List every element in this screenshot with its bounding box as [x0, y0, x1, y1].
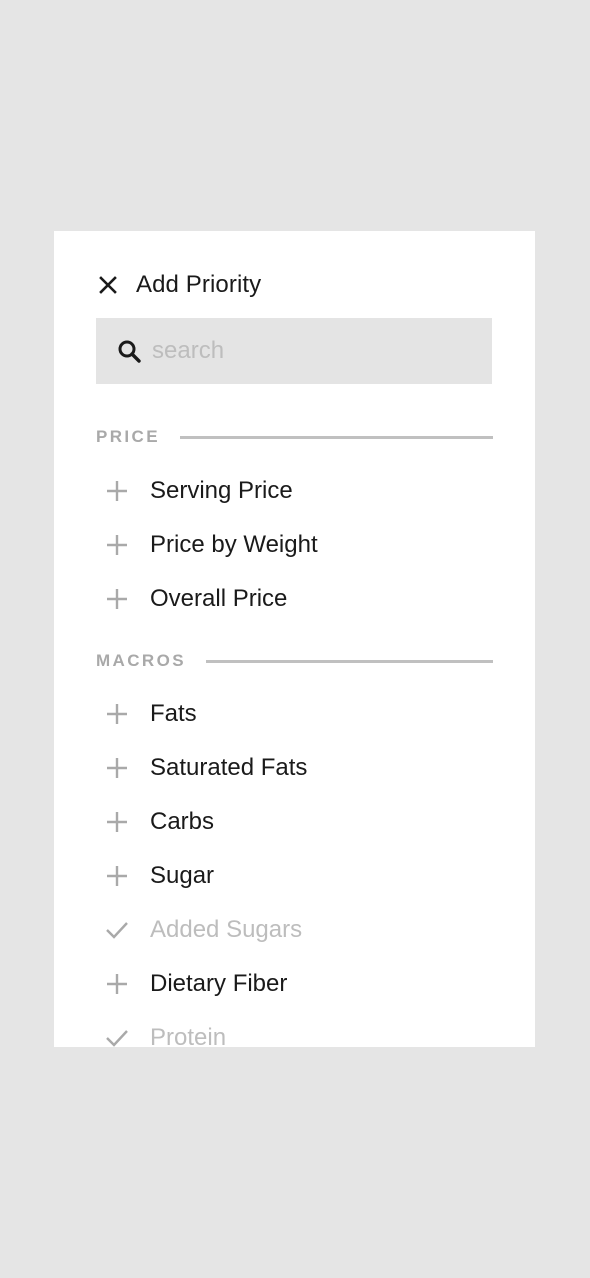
section-divider	[179, 435, 493, 439]
plus-icon	[104, 478, 130, 504]
check-icon	[104, 917, 130, 943]
priority-item-carbs[interactable]: Carbs	[104, 802, 214, 842]
priority-item-label: Added Sugars	[150, 916, 303, 943]
priority-item-label: Carbs	[150, 808, 215, 835]
priority-item-sugar[interactable]: Sugar	[104, 856, 214, 896]
priority-item-label: Dietary Fiber	[150, 970, 288, 997]
section-label: PRICE	[96, 427, 160, 446]
priority-item-label: Saturated Fats	[150, 754, 308, 781]
plus-icon	[104, 701, 130, 727]
priority-item-overall-price[interactable]: Overall Price	[104, 579, 287, 619]
plus-icon	[104, 586, 130, 612]
plus-icon	[104, 532, 130, 558]
priority-item-label: Sugar	[150, 862, 215, 889]
priority-item-label: Price by Weight	[150, 531, 318, 558]
search-bar	[96, 318, 492, 384]
priority-item-price-by-weight[interactable]: Price by Weight	[104, 525, 318, 565]
priority-item-protein[interactable]: Protein	[104, 1018, 226, 1047]
check-icon	[104, 1025, 130, 1047]
section-label: MACROS	[96, 651, 186, 670]
priority-item-label: Serving Price	[150, 477, 293, 504]
priority-item-dietary-fiber[interactable]: Dietary Fiber	[104, 964, 287, 1004]
plus-icon	[104, 809, 130, 835]
section-divider	[205, 659, 493, 663]
priority-item-serving-price[interactable]: Serving Price	[104, 471, 293, 511]
priority-item-fats[interactable]: Fats	[104, 694, 197, 734]
panel-title: Add Priority	[136, 271, 262, 298]
plus-icon	[104, 863, 130, 889]
priority-item-added-sugars[interactable]: Added Sugars	[104, 910, 302, 950]
close-icon	[99, 276, 117, 294]
search-input[interactable]	[152, 337, 452, 365]
panel-header: Add Priority	[96, 269, 261, 301]
add-priority-panel: Add Priority PRICE Serving Price Price b…	[54, 231, 535, 1047]
plus-icon	[104, 971, 130, 997]
section-header-macros: MACROS	[96, 651, 493, 671]
priority-item-label: Overall Price	[150, 585, 288, 612]
priority-item-label: Fats	[150, 700, 197, 727]
close-button[interactable]	[96, 273, 120, 297]
priority-item-label: Protein	[150, 1024, 227, 1047]
search-icon	[116, 338, 142, 364]
plus-icon	[104, 755, 130, 781]
section-header-price: PRICE	[96, 427, 493, 447]
priority-item-saturated-fats[interactable]: Saturated Fats	[104, 748, 307, 788]
